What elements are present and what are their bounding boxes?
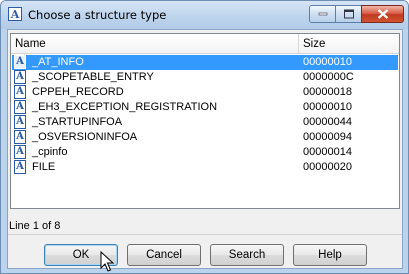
svg-text:A: A [10,8,20,21]
item-size: 00000018 [303,86,352,98]
item-size: 00000020 [303,161,352,173]
column-header-size-label: Size [303,38,326,50]
structure-icon: A [14,115,26,129]
item-name: _cpinfo [32,146,68,158]
mouse-cursor-icon [100,251,115,272]
item-name: CPPEH_RECORD [32,86,124,98]
list-item[interactable]: A _cpinfo 00000014 [12,145,398,160]
list-item[interactable]: A _STARTUPINFOA 00000044 [12,115,398,130]
minimize-icon [318,12,327,16]
title-bar[interactable]: A Choose a structure type [1,1,408,29]
status-text: Line 1 of 8 [9,220,61,232]
item-name: _STARTUPINFOA [32,116,123,128]
structure-icon: A [14,70,26,84]
item-size: 00000094 [303,131,352,143]
column-header-name[interactable]: Name [11,34,299,54]
dialog-window: A Choose a structure type Name Size A _A… [0,0,409,274]
list-item[interactable]: A _OSVERSIONINFOA 00000094 [12,130,398,145]
item-name: _OSVERSIONINFOA [32,131,138,143]
item-size: 0000000C [303,71,354,83]
close-icon [377,9,388,19]
list-header: Name Size [11,34,399,54]
item-name: _EH3_EXCEPTION_REGISTRATION [32,101,218,113]
column-header-size[interactable]: Size [299,34,399,54]
close-button[interactable] [361,5,404,23]
structure-icon: A [14,100,26,114]
column-header-name-label: Name [15,38,46,50]
list-item[interactable]: A _SCOPETABLE_ENTRY 0000000C [12,70,398,85]
item-size: 00000010 [303,101,352,113]
maximize-button[interactable] [335,5,362,23]
structure-icon: A [14,85,26,99]
list-item[interactable]: A CPPEH_RECORD 00000018 [12,85,398,100]
item-size: 00000044 [303,116,352,128]
dialog-client-area: Name Size A _AT_INFO 00000010 A _SCOPETA… [7,29,403,272]
structure-icon: A [14,55,26,69]
item-name: _AT_INFO [32,56,84,68]
list-item[interactable]: A _EH3_EXCEPTION_REGISTRATION 00000010 [12,100,398,115]
window-title: Choose a structure type [28,8,167,22]
structure-icon: A [8,7,22,21]
divider [8,234,402,235]
minimize-button[interactable] [309,5,336,23]
item-name: _SCOPETABLE_ENTRY [32,71,154,83]
list-item[interactable]: A FILE 00000020 [12,160,398,175]
structure-icon: A [14,145,26,159]
item-size: 00000014 [303,146,352,158]
structure-list[interactable]: Name Size A _AT_INFO 00000010 A _SCOPETA… [10,33,400,209]
help-button[interactable]: Help [293,244,367,266]
search-button[interactable]: Search [210,244,284,266]
item-name: FILE [32,161,56,173]
structure-icon: A [14,130,26,144]
structure-icon: A [14,160,26,174]
item-size: 00000010 [303,56,352,68]
cancel-button[interactable]: Cancel [127,244,201,266]
list-item[interactable]: A _AT_INFO 00000010 [12,55,398,70]
maximize-icon [343,9,354,19]
